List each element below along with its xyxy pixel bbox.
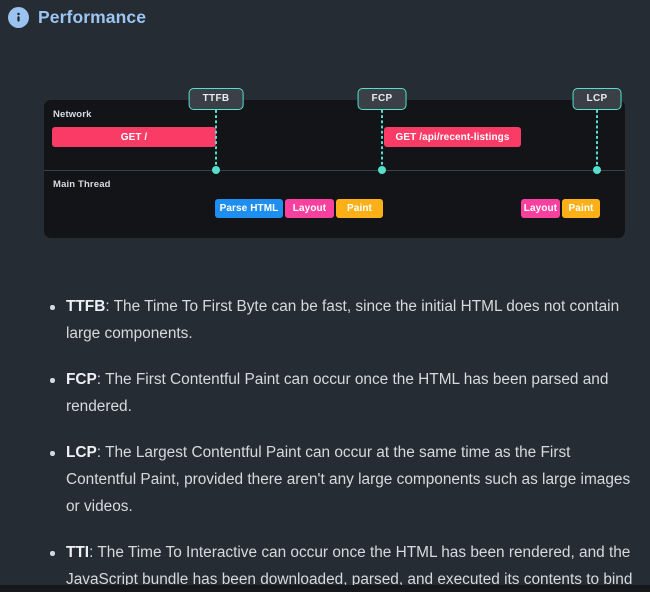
main-thread-task-label: Layout <box>292 203 327 214</box>
metric-marker-label[interactable]: TTFB <box>188 88 244 110</box>
main-thread-task-label: Layout <box>523 203 558 214</box>
performance-timeline-panel: Network Main Thread GET / GET /api/recent… <box>44 88 625 238</box>
main-thread-task-label: Paint <box>568 203 594 214</box>
metric-marker-dot <box>212 166 220 174</box>
metric-description-item: FCP: The First Contentful Paint can occu… <box>47 366 637 420</box>
footer-strip <box>0 585 650 592</box>
network-request-bar[interactable]: GET / <box>52 127 216 147</box>
metric-marker-dot <box>378 166 386 174</box>
track-divider <box>44 170 625 171</box>
network-track-label: Network <box>53 109 92 120</box>
metric-term: FCP <box>66 371 97 388</box>
main-thread-task-bar[interactable]: Layout <box>285 199 334 218</box>
metric-marker-label[interactable]: LCP <box>572 88 622 110</box>
metric-description-text: : The First Contentful Paint can occur o… <box>66 371 609 415</box>
metric-description-text: : The Largest Contentful Paint can occur… <box>66 444 631 515</box>
metric-marker-label[interactable]: FCP <box>357 88 407 110</box>
metric-marker-dot <box>593 166 601 174</box>
metric-term: LCP <box>66 444 97 461</box>
metric-marker-line <box>381 110 383 171</box>
main-thread-task-bar[interactable]: Layout <box>521 199 560 218</box>
network-request-label: GET /api/recent-listings <box>395 131 510 143</box>
main-thread-task-label: Paint <box>347 203 372 214</box>
page-title: Performance <box>38 7 147 27</box>
main-thread-task-bar[interactable]: Paint <box>336 199 383 218</box>
metric-description-item: LCP: The Largest Contentful Paint can oc… <box>47 439 637 520</box>
metric-description-item: TTFB: The Time To First Byte can be fast… <box>47 293 637 347</box>
main-thread-track-label: Main Thread <box>53 179 111 190</box>
metric-marker-line <box>596 110 598 171</box>
page-header: Performance <box>8 7 146 28</box>
metric-marker-line <box>215 110 217 171</box>
metric-term: TTI <box>66 544 90 561</box>
metric-term: TTFB <box>66 298 106 315</box>
network-request-bar[interactable]: GET /api/recent-listings <box>384 127 521 147</box>
metric-description-text: : The Time To First Byte can be fast, si… <box>66 298 620 342</box>
main-thread-task-label: Parse HTML <box>219 203 279 214</box>
main-thread-task-bar[interactable]: Paint <box>562 199 600 218</box>
info-circle-icon <box>8 7 29 28</box>
network-request-label: GET / <box>120 131 148 143</box>
main-thread-task-bar[interactable]: Parse HTML <box>215 199 283 218</box>
metric-description-list: TTFB: The Time To First Byte can be fast… <box>47 293 637 592</box>
